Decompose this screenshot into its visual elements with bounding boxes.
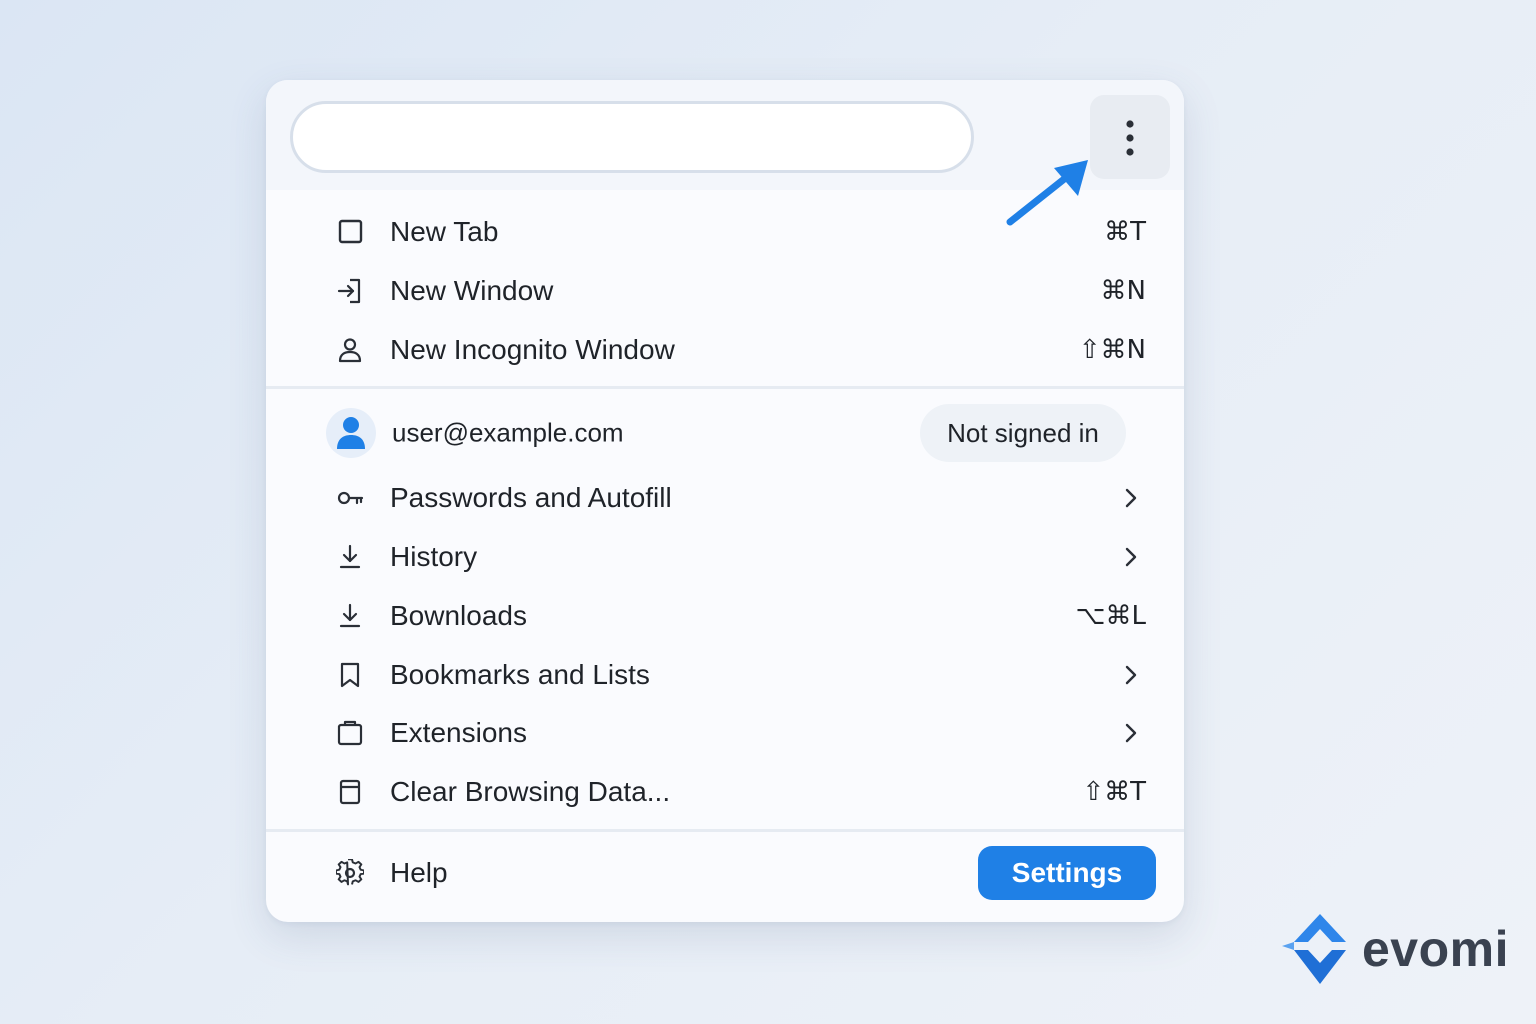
signin-status-badge[interactable]: Not signed in	[920, 404, 1126, 462]
menu-item-label: Clear Browsing Data...	[390, 776, 671, 807]
menu-item-label: New Window	[390, 275, 554, 306]
square-icon	[338, 219, 363, 244]
shortcut-label: ⇧⌘N	[1078, 335, 1146, 365]
shortcut-label: ⌘T	[1104, 217, 1146, 247]
menu-item-help[interactable]: Help	[266, 845, 946, 901]
clipboard-icon	[337, 720, 363, 746]
menu-item-new-incognito-window[interactable]: New Incognito Window ⇧⌘N	[266, 322, 1184, 378]
key-icon	[337, 491, 364, 505]
menu-button[interactable]	[1090, 95, 1170, 179]
avatar[interactable]	[326, 408, 376, 458]
menu-divider	[266, 829, 1184, 832]
brand-name: evomi	[1362, 921, 1510, 977]
menu-item-extensions[interactable]: Extensions	[266, 705, 1184, 761]
download-icon	[339, 544, 361, 569]
menu-item-label: Help	[390, 857, 448, 888]
settings-button[interactable]: Settings	[978, 846, 1156, 900]
menu-item-label: New Incognito Window	[390, 334, 675, 365]
menu-divider	[266, 386, 1184, 389]
download-icon	[339, 603, 361, 628]
account-email[interactable]: user@example.com	[392, 418, 624, 449]
shortcut-label: ⌘N	[1100, 276, 1146, 306]
address-bar[interactable]	[290, 101, 974, 173]
menu-item-clear-browsing-data[interactable]: Clear Browsing Data... ⇧⌘T	[266, 764, 1184, 820]
account-avatar-icon	[337, 417, 365, 449]
menu-item-new-tab[interactable]: New Tab ⌘T	[266, 204, 1184, 260]
menu-item-history[interactable]: History	[266, 529, 1184, 585]
menu-item-label: Extensions	[390, 717, 527, 748]
evomi-logo-icon	[1282, 914, 1346, 984]
menu-item-passwords-and-autofill[interactable]: Passwords and Autofill	[266, 470, 1184, 526]
brand-logo: evomi	[1280, 912, 1510, 988]
menu-item-label: Bownloads	[390, 600, 527, 631]
chevron-right-icon	[1125, 488, 1137, 508]
gear-icon	[336, 859, 364, 886]
shortcut-label: ⌥⌘L	[1075, 601, 1146, 631]
browser-menu-panel: New Tab ⌘T New Window ⌘N New Incognito W…	[266, 80, 1184, 922]
menu-item-downloads[interactable]: Bownloads ⌥⌘L	[266, 588, 1184, 644]
person-icon	[338, 338, 362, 363]
menu-item-bookmarks-and-lists[interactable]: Bookmarks and Lists	[266, 647, 1184, 703]
bookmark-icon	[340, 662, 360, 688]
vertical-ellipsis-icon	[1126, 120, 1134, 156]
menu-item-label: Passwords and Autofill	[390, 482, 672, 513]
menu-item-new-window[interactable]: New Window ⌘N	[266, 263, 1184, 319]
chevron-right-icon	[1125, 665, 1137, 685]
trash-icon	[339, 779, 361, 805]
chevron-right-icon	[1125, 547, 1137, 567]
menu-item-label: Bookmarks and Lists	[390, 659, 650, 690]
chevron-right-icon	[1125, 723, 1137, 743]
sign-in-icon	[337, 278, 361, 304]
menu-item-label: New Tab	[390, 216, 499, 247]
menu-item-label: History	[390, 541, 478, 572]
shortcut-label: ⇧⌘T	[1082, 777, 1146, 807]
